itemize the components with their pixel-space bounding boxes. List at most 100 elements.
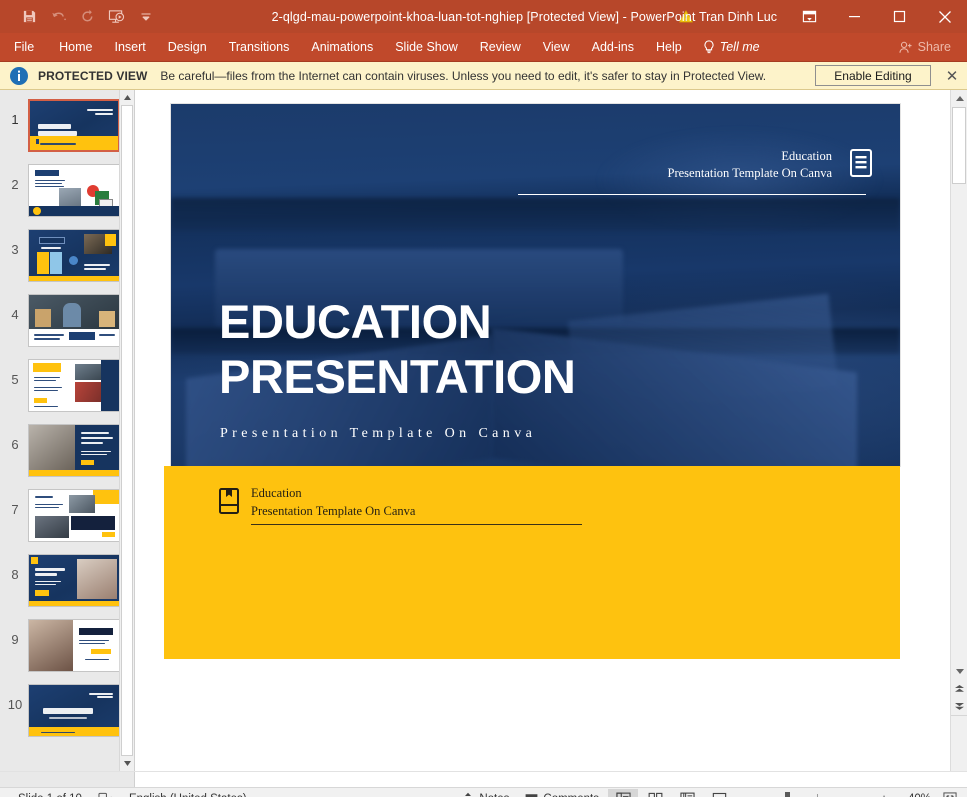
scroll-down-icon[interactable]	[120, 756, 135, 771]
reading-view-button[interactable]	[672, 789, 702, 797]
notes-pane-splitter[interactable]	[0, 771, 967, 787]
tab-transitions[interactable]: Transitions	[218, 33, 301, 61]
thumbnail-number: 6	[2, 421, 28, 452]
fit-to-window-button[interactable]	[939, 789, 961, 797]
zoom-slider-handle[interactable]	[785, 792, 790, 797]
slide-header-text: Education Presentation Template On Canva	[668, 148, 832, 182]
thumbnail-slide-9[interactable]: 9	[0, 616, 134, 681]
language-indicator[interactable]: English (United States)	[121, 789, 255, 797]
title-bar-right: Tran Dinh Luc	[669, 0, 967, 33]
warning-icon	[679, 10, 693, 23]
thumbnail-number: 2	[2, 161, 28, 192]
customize-quick-access-toolbar-icon[interactable]	[132, 5, 159, 29]
tab-slide-show[interactable]: Slide Show	[384, 33, 469, 61]
restore-icon[interactable]	[877, 0, 922, 33]
next-slide-icon[interactable]	[951, 698, 967, 715]
close-icon[interactable]	[922, 0, 967, 33]
slide-yellow-panel: Education Presentation Template On Canva	[164, 466, 900, 659]
thumbnail-preview[interactable]	[28, 229, 120, 282]
accessibility-icon	[98, 792, 113, 797]
thumbnail-preview[interactable]	[28, 99, 120, 152]
bookmark-book-icon	[219, 488, 239, 514]
thumbnail-slide-10[interactable]: 10	[0, 681, 134, 746]
share-button[interactable]: Share	[883, 33, 967, 61]
tab-home[interactable]: Home	[48, 33, 103, 61]
thumbnail-preview[interactable]	[28, 489, 120, 542]
minimize-icon[interactable]	[832, 0, 877, 33]
notes-label: Notes	[479, 793, 509, 797]
slide-area-scrollbar-thumb[interactable]	[952, 107, 966, 184]
thumbnail-slide-3[interactable]: 3	[0, 226, 134, 291]
thumbnail-slide-4[interactable]: 4	[0, 291, 134, 356]
thumbnail-pane-scrollbar[interactable]	[119, 90, 134, 771]
thumbnail-preview[interactable]	[28, 554, 120, 607]
thumbnail-preview[interactable]	[28, 619, 120, 672]
ribbon-display-options-icon[interactable]	[787, 0, 832, 33]
thumbnail-number: 9	[2, 616, 28, 647]
scroll-up-icon[interactable]	[120, 90, 135, 105]
tell-me-label: Tell me	[720, 40, 760, 54]
tab-file[interactable]: File	[0, 33, 48, 61]
tab-view[interactable]: View	[532, 33, 581, 61]
thumbnail-slide-7[interactable]: 7	[0, 486, 134, 551]
share-person-icon	[899, 41, 913, 54]
thumbnail-preview[interactable]	[28, 294, 120, 347]
scroll-up-icon[interactable]	[951, 90, 967, 107]
title-bar: 2-qlgd-mau-powerpoint-khoa-luan-tot-nghi…	[0, 0, 967, 33]
slide-area-scrollbar[interactable]	[950, 90, 967, 771]
thumbnail-slide-6[interactable]: 6	[0, 421, 134, 486]
workspace: 1 2	[0, 90, 967, 771]
tab-animations[interactable]: Animations	[300, 33, 384, 61]
tab-design[interactable]: Design	[157, 33, 218, 61]
thumbnail-preview[interactable]	[28, 684, 120, 737]
comments-label: Comments	[543, 793, 599, 797]
account-button[interactable]: Tran Dinh Luc	[669, 3, 787, 31]
info-icon	[9, 66, 29, 86]
thumbnail-slide-5[interactable]: 5	[0, 356, 134, 421]
normal-view-button[interactable]	[608, 789, 638, 797]
tell-me-search[interactable]: Tell me	[693, 33, 770, 61]
close-protected-view-bar-icon[interactable]: ✕	[937, 62, 967, 90]
thumbnail-slide-1[interactable]: 1	[0, 96, 134, 161]
slide-header-rule	[518, 194, 866, 195]
tab-insert[interactable]: Insert	[104, 33, 157, 61]
accessibility-checker-button[interactable]	[90, 789, 121, 797]
redo-icon[interactable]	[74, 5, 101, 29]
enable-editing-button[interactable]: Enable Editing	[815, 65, 931, 86]
comments-button[interactable]: Comments	[517, 789, 607, 797]
slide-counter[interactable]: Slide 1 of 10	[10, 789, 90, 797]
zoom-in-button[interactable]: +	[877, 791, 891, 797]
thumbnail-number: 3	[2, 226, 28, 257]
thumbnail-preview[interactable]	[28, 359, 120, 412]
slide-footer-text: Education Presentation Template On Canva	[251, 485, 415, 521]
thumbnail-preview[interactable]	[28, 164, 120, 217]
slide-header-line-2: Presentation Template On Canva	[668, 165, 832, 182]
thumbnail-slide-2[interactable]: 2	[0, 161, 134, 226]
thumbnail-preview[interactable]	[28, 424, 120, 477]
notes-icon	[462, 792, 474, 797]
undo-icon[interactable]	[45, 5, 72, 29]
status-bar: Slide 1 of 10 English (United States) No…	[0, 787, 967, 797]
previous-slide-icon[interactable]	[951, 680, 967, 697]
slide-show-button[interactable]	[704, 789, 734, 797]
tab-add-ins[interactable]: Add-ins	[581, 33, 645, 61]
slide-thumbnail-list: 1 2	[0, 90, 134, 746]
zoom-level-label[interactable]: 40%	[897, 793, 931, 797]
thumbnail-scrollbar-thumb[interactable]	[121, 105, 133, 756]
thumbnail-number: 10	[2, 681, 28, 712]
tab-help[interactable]: Help	[645, 33, 693, 61]
start-from-beginning-icon[interactable]	[103, 5, 130, 29]
zoom-out-button[interactable]: −	[743, 791, 757, 797]
tab-review[interactable]: Review	[469, 33, 532, 61]
slide-title: EDUCATION PRESENTATION	[219, 294, 575, 405]
save-icon[interactable]	[16, 5, 43, 29]
scroll-down-icon[interactable]	[951, 663, 967, 680]
zoom-slider[interactable]	[763, 792, 871, 797]
slide-sorter-view-button[interactable]	[640, 789, 670, 797]
lightbulb-icon	[703, 40, 715, 54]
ribbon-tab-bar: File Home Insert Design Transitions Anim…	[0, 33, 967, 62]
thumbnail-slide-8[interactable]: 8	[0, 551, 134, 616]
slide-canvas[interactable]: Education Presentation Template On Canva…	[164, 104, 900, 659]
notes-button[interactable]: Notes	[454, 789, 517, 797]
thumbnail-number: 8	[2, 551, 28, 582]
